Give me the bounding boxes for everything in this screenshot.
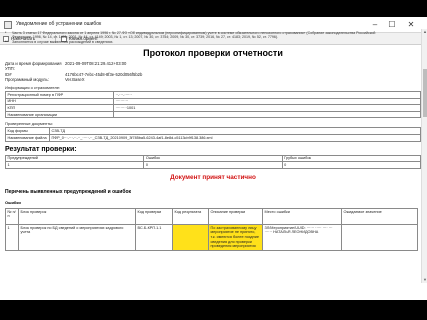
table-row: Регистрационный номер в ПФР ··-···-······ bbox=[5, 91, 421, 99]
table-cell: Регистрационный номер в ПФР bbox=[5, 91, 114, 99]
table-cell: 0 bbox=[281, 161, 422, 169]
column-header: № п/п bbox=[5, 207, 19, 225]
window-title: Уведомление об устранении ошибок bbox=[16, 21, 102, 27]
table-row: Предупреждений Ошибок Грубых ошибок bbox=[4, 154, 422, 163]
report-meta: Дата и время формирования УПП: 2021-09-0… bbox=[5, 61, 421, 82]
column-header: Описание проверки bbox=[208, 207, 263, 225]
table-cell: 1 bbox=[4, 161, 145, 169]
errors-label: Ошибки bbox=[5, 199, 21, 205]
acceptance-status: Документ принят частично bbox=[170, 173, 256, 181]
scroll-down-icon[interactable]: ▼ bbox=[422, 277, 427, 283]
table-row: 1 0 0 bbox=[4, 161, 422, 169]
table-cell: ··-···-······ bbox=[113, 91, 421, 99]
column-header: Код проверки bbox=[135, 207, 173, 225]
table-cell: Грубых ошибок bbox=[281, 154, 422, 163]
issues-list-title: Перечень выявленных предупреждений и оши… bbox=[5, 188, 132, 195]
table-row: 1 Блок проверок по БД сведений о меропри… bbox=[5, 223, 418, 251]
vertical-scrollbar[interactable]: ▲ ▼ bbox=[421, 29, 427, 283]
table-cell bbox=[113, 110, 421, 119]
documents-label: Проверенные документы: bbox=[5, 121, 54, 127]
table-row: Код формы СЗВ-ТД bbox=[5, 127, 421, 135]
report-document: * Часть 3 статьи 17 Федерального закона … bbox=[0, 29, 427, 283]
table-cell: КПП bbox=[5, 104, 114, 112]
description-cell: По застрахованному лицу мероприятие не п… bbox=[208, 223, 263, 251]
results-title: Результат проверки: bbox=[5, 145, 77, 153]
documents-table: Код формы СЗВ-ТД Наименование файла ПФР_0·… bbox=[5, 127, 421, 142]
table-cell: Блок проверок по БД сведений о мероприят… bbox=[18, 223, 136, 251]
table-cell: СЗВ-ТД bbox=[49, 127, 421, 135]
report-title: Протокол проверки отчетности bbox=[143, 48, 283, 59]
result-code-cell bbox=[172, 223, 209, 251]
footnotes: * Часть 3 статьи 17 Федерального закона … bbox=[5, 31, 421, 44]
meta-value: 2021-09-09T08:21:29.412+03:00 bbox=[65, 61, 127, 67]
insurer-label: Информация о страхователе: bbox=[5, 85, 61, 91]
table-cell: ПФР_0···-···-··-··_·····-··_СЗВ-ТД_20210… bbox=[49, 134, 421, 142]
table-cell: Наименование организации bbox=[5, 110, 114, 119]
table-cell: 1 bbox=[5, 223, 19, 251]
scroll-thumb[interactable] bbox=[423, 69, 427, 117]
meta-row: Дата и время формирования УПП: 2021-09-0… bbox=[5, 61, 421, 71]
table-cell: 0 bbox=[143, 161, 283, 169]
table-row: Наименование организации bbox=[5, 110, 421, 119]
meta-key: Программный модуль: bbox=[5, 76, 49, 82]
results-table: Предупреждений Ошибок Грубых ошибок 1 0 … bbox=[4, 154, 422, 169]
insurer-table: Регистрационный номер в ПФР ··-···-······… bbox=[5, 91, 421, 119]
table-cell bbox=[341, 223, 418, 251]
footnote-mark: ** bbox=[5, 39, 8, 44]
table-cell: Наименование файла bbox=[5, 134, 50, 142]
column-header: Код результата bbox=[172, 207, 209, 225]
table-cell: ЗЛ/Мероприятие/UUID: ······ ····· ···· ·… bbox=[262, 223, 342, 251]
table-row: КПП ·········1001 bbox=[5, 104, 421, 112]
meta-key: Дата и время формирования УПП: bbox=[5, 61, 62, 72]
table-header-row: № п/п Блок проверок Код проверки Код рез… bbox=[5, 207, 418, 225]
table-cell: Предупреждений bbox=[4, 154, 145, 163]
column-header: Место ошибки bbox=[262, 207, 342, 225]
meta-row: Программный модуль: Ver.BaseX bbox=[5, 77, 421, 82]
table-cell: Ошибок bbox=[143, 154, 283, 163]
meta-value: Ver.BaseX bbox=[65, 76, 85, 82]
table-cell: ·········· bbox=[113, 97, 421, 106]
footnote: ** Заполняется в случае выявления расхож… bbox=[5, 40, 421, 44]
table-cell: BC.Б-КРП.1.1 bbox=[135, 223, 173, 251]
table-cell: ИНН bbox=[5, 97, 114, 106]
column-header: Ожидаемое значение bbox=[341, 207, 418, 225]
document-icon bbox=[4, 21, 12, 29]
table-row: Наименование файла ПФР_0···-···-··-··_···… bbox=[5, 134, 421, 142]
table-cell: ·········1001 bbox=[113, 104, 421, 112]
table-cell: Код формы bbox=[5, 127, 50, 135]
errors-table: № п/п Блок проверок Код проверки Код рез… bbox=[5, 207, 418, 251]
footnote-text: Заполняется в случае выявления расхожден… bbox=[12, 39, 114, 44]
table-row: ИНН ·········· bbox=[5, 97, 421, 106]
column-header: Блок проверок bbox=[18, 207, 136, 225]
scroll-up-icon[interactable]: ▲ bbox=[422, 29, 427, 35]
